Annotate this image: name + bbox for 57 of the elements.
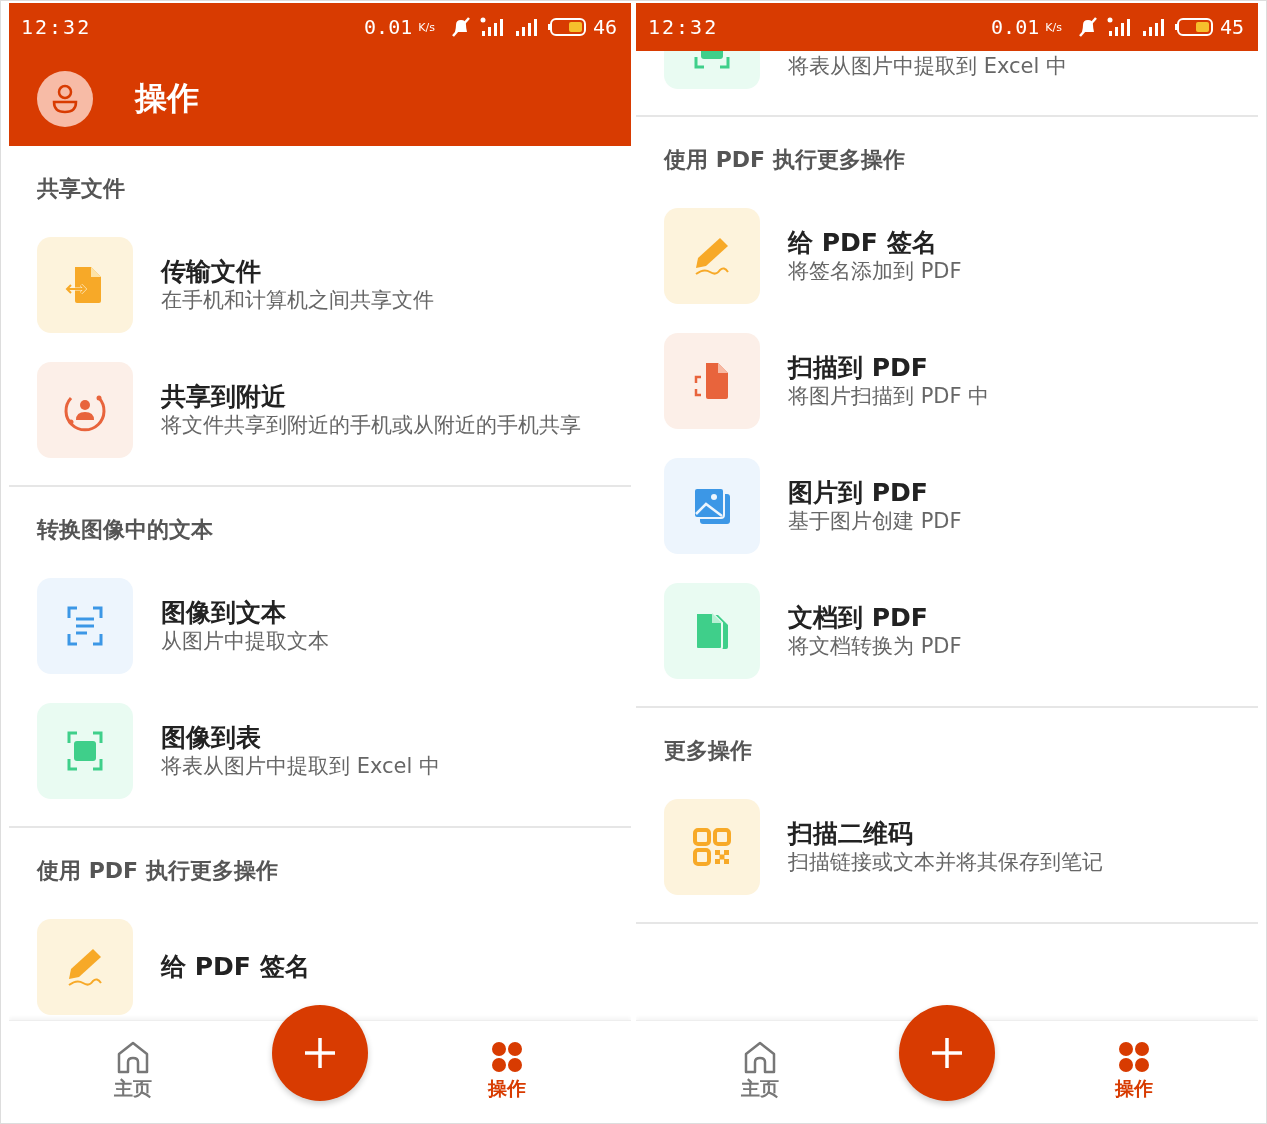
network-speed: 0.01 — [991, 15, 1040, 39]
action-description: 从图片中提取文本 — [161, 627, 329, 655]
battery-icon — [1173, 16, 1214, 38]
section-title: 更多操作 — [663, 737, 753, 765]
action-title: 扫描到 PDF — [788, 352, 929, 383]
action-tile[interactable] — [664, 333, 760, 429]
add-button[interactable] — [899, 1005, 995, 1101]
action-title: 共享到附近 — [161, 381, 287, 412]
status-time: 12:32 — [648, 15, 719, 39]
battery-percent: 46 — [592, 15, 617, 39]
avatar-icon[interactable] — [37, 70, 93, 127]
speed-unit: K/s — [418, 20, 435, 34]
section-title: 使用 PDF 执行更多操作 — [662, 146, 906, 174]
battery-percent: 45 — [1219, 15, 1244, 39]
action-description: 将文件共享到附近的手机或从附近的手机共享 — [161, 411, 581, 439]
plus-icon — [929, 1035, 965, 1071]
action-title: 图像到表 — [161, 722, 262, 753]
action-tile[interactable] — [37, 237, 133, 333]
nav-tab[interactable]: 主页 — [666, 1040, 854, 1102]
plus-icon — [302, 1035, 338, 1071]
section-title: 共享文件 — [36, 175, 126, 203]
action-tile[interactable] — [37, 362, 133, 458]
action-tile[interactable] — [664, 458, 760, 554]
add-button[interactable] — [272, 1005, 368, 1101]
battery-icon — [546, 16, 587, 38]
page-title: 操作 — [135, 77, 199, 119]
action-description: 在手机和计算机之间共享文件 — [161, 286, 434, 314]
action-title: 传输文件 — [161, 256, 262, 287]
action-title: 给 PDF 签名 — [161, 952, 310, 982]
action-description: 将表从图片中提取到 Excel 中 — [788, 53, 1067, 80]
action-tile[interactable] — [664, 51, 760, 89]
action-description: 基于图片创建 PDF — [788, 507, 962, 535]
network-speed: 0.01 — [364, 15, 413, 39]
action-title: 图像到文本 — [161, 597, 287, 628]
section-title: 转换图像中的文本 — [35, 516, 214, 544]
action-tile[interactable] — [37, 919, 133, 1015]
nav-tab[interactable]: 操作 — [1040, 1040, 1228, 1102]
action-tile[interactable] — [664, 208, 760, 304]
nav-tab[interactable]: 操作 — [413, 1040, 601, 1102]
action-title: 文档到 PDF — [788, 602, 929, 633]
speed-unit: K/s — [1045, 20, 1062, 34]
action-title: 给 PDF 签名 — [788, 227, 938, 258]
action-title: 扫描二维码 — [788, 818, 914, 849]
action-tile[interactable] — [664, 799, 760, 895]
action-tile[interactable] — [37, 578, 133, 674]
status-time: 12:32 — [21, 15, 92, 39]
nav-tab[interactable]: 主页 — [39, 1040, 227, 1102]
action-description: 将图片扫描到 PDF 中 — [788, 382, 990, 410]
action-title: 图片到 PDF — [788, 477, 929, 508]
action-description: 将表从图片中提取到 Excel 中 — [161, 752, 440, 780]
action-description: 将文档转换为 PDF — [788, 632, 962, 660]
qr-code-icon — [690, 825, 734, 869]
action-description: 将签名添加到 PDF — [788, 257, 962, 285]
action-tile[interactable] — [664, 583, 760, 679]
action-tile[interactable] — [37, 703, 133, 799]
section-title: 使用 PDF 执行更多操作 — [35, 857, 279, 885]
action-description: 扫描链接或文本并将其保存到笔记 — [788, 848, 1103, 876]
